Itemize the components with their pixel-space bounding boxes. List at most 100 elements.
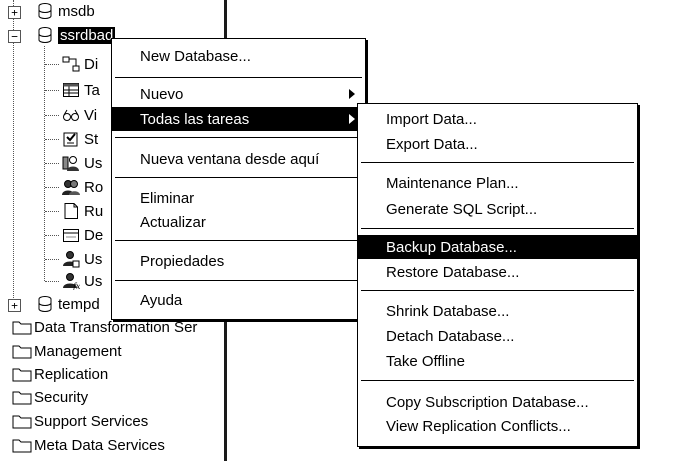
menu-item-label: Eliminar bbox=[140, 189, 195, 207]
tree-item-label: Support Services bbox=[34, 412, 149, 430]
menu-item-label: Nueva ventana desde aquí bbox=[140, 150, 320, 168]
menu-item-label: Take Offline bbox=[386, 352, 465, 370]
folder-icon bbox=[12, 436, 32, 454]
folder-icon bbox=[12, 342, 32, 360]
tree-guide-line bbox=[45, 64, 59, 65]
tree-guide-line bbox=[45, 163, 59, 164]
tree-item-roles[interactable]: Ro bbox=[62, 176, 103, 198]
tree-item-user-types[interactable]: Us bbox=[62, 248, 102, 270]
tree-item-msdb[interactable]: msdb bbox=[36, 0, 95, 22]
menu-separator bbox=[115, 240, 362, 241]
menu-item-eliminar[interactable]: Eliminar bbox=[112, 186, 365, 210]
rules-icon bbox=[62, 202, 80, 220]
defaults-icon bbox=[62, 226, 80, 244]
menu-item-view-replication-conflicts[interactable]: View Replication Conflicts... bbox=[358, 414, 637, 438]
menu-item-label: Shrink Database... bbox=[386, 302, 510, 320]
menu-item-ayuda[interactable]: Ayuda bbox=[112, 288, 365, 312]
tree-item-user-functions[interactable]: fx Us bbox=[62, 270, 102, 292]
tree-item-tables[interactable]: Ta bbox=[62, 79, 100, 101]
menu-item-label: Backup Database... bbox=[386, 238, 517, 256]
tree-item-label: De bbox=[84, 226, 104, 244]
tree-item-label: Us bbox=[84, 272, 103, 290]
menu-item-nuevo[interactable]: Nuevo bbox=[112, 82, 365, 106]
menu-item-propiedades[interactable]: Propiedades bbox=[112, 249, 365, 273]
menu-item-detach-database[interactable]: Detach Database... bbox=[358, 324, 637, 348]
tree-guide-line bbox=[45, 235, 59, 236]
tree-item-defaults[interactable]: De bbox=[62, 224, 103, 246]
tree-item-label: Data Transformation Ser bbox=[34, 318, 198, 336]
menu-separator bbox=[115, 280, 362, 281]
table-icon bbox=[62, 81, 80, 99]
menu-separator bbox=[361, 162, 634, 163]
menu-item-shrink-database[interactable]: Shrink Database... bbox=[358, 299, 637, 323]
tree-guide-line bbox=[45, 259, 59, 260]
expand-toggle-msdb[interactable]: + bbox=[8, 6, 21, 19]
tree-item-label: Di bbox=[84, 55, 99, 73]
submenu-all-tasks: Import Data... Export Data... Maintenanc… bbox=[357, 103, 638, 447]
menu-item-label: Ayuda bbox=[140, 291, 183, 309]
tree-item-users[interactable]: Us bbox=[62, 152, 102, 174]
tree-guide-line bbox=[45, 211, 59, 212]
menu-item-maintenance-plan[interactable]: Maintenance Plan... bbox=[358, 171, 637, 195]
menu-separator bbox=[115, 177, 362, 178]
tree-guide-line bbox=[45, 281, 59, 282]
menu-item-label: New Database... bbox=[140, 47, 251, 65]
menu-item-import-data[interactable]: Import Data... bbox=[358, 107, 637, 131]
tree-item-management[interactable]: Management bbox=[12, 340, 122, 362]
menu-item-label: View Replication Conflicts... bbox=[386, 417, 571, 435]
tree-item-diagrams[interactable]: Di bbox=[62, 53, 98, 75]
folder-icon bbox=[12, 388, 32, 406]
submenu-arrow-icon bbox=[349, 114, 355, 124]
database-icon bbox=[36, 26, 54, 44]
stored-procedure-icon bbox=[62, 130, 80, 148]
expand-toggle-tempdb[interactable]: + bbox=[8, 299, 21, 312]
tree-item-stored-procedures[interactable]: St bbox=[62, 128, 98, 150]
tree-item-meta-data-services[interactable]: Meta Data Services bbox=[12, 434, 165, 456]
tree-item-label: Vi bbox=[84, 106, 98, 124]
tree-guide-line bbox=[45, 115, 59, 116]
collapse-toggle-ssrdbad[interactable]: − bbox=[8, 30, 21, 43]
tree-guide-line bbox=[13, 0, 14, 300]
menu-item-label: Maintenance Plan... bbox=[386, 174, 519, 192]
menu-item-nueva-ventana[interactable]: Nueva ventana desde aquí bbox=[112, 147, 365, 171]
menu-item-copy-subscription-database[interactable]: Copy Subscription Database... bbox=[358, 390, 637, 414]
menu-item-label: Copy Subscription Database... bbox=[386, 393, 589, 411]
menu-item-backup-database[interactable]: Backup Database... bbox=[358, 235, 637, 259]
tree-item-support-services[interactable]: Support Services bbox=[12, 410, 148, 432]
menu-item-export-data[interactable]: Export Data... bbox=[358, 132, 637, 156]
tree-item-label: Meta Data Services bbox=[34, 436, 165, 454]
tree-item-label: msdb bbox=[58, 2, 95, 20]
tree-item-rules[interactable]: Ru bbox=[62, 200, 103, 222]
tree-item-label: Security bbox=[34, 388, 89, 406]
tree-item-views[interactable]: Vi bbox=[62, 104, 97, 126]
menu-item-label: Generate SQL Script... bbox=[386, 200, 538, 218]
menu-item-take-offline[interactable]: Take Offline bbox=[358, 349, 637, 373]
view-icon bbox=[62, 106, 80, 124]
menu-item-label: Detach Database... bbox=[386, 327, 515, 345]
tree-guide-line bbox=[45, 187, 59, 188]
menu-item-restore-database[interactable]: Restore Database... bbox=[358, 260, 637, 284]
menu-item-label: Actualizar bbox=[140, 213, 206, 231]
tree-item-ssrdbad[interactable]: ssrdbad bbox=[36, 24, 116, 46]
tree-item-label: Management bbox=[34, 342, 122, 360]
menu-item-actualizar[interactable]: Actualizar bbox=[112, 210, 365, 234]
folder-icon bbox=[12, 365, 32, 383]
tree-guide-line bbox=[45, 90, 59, 91]
tree-item-label: Ta bbox=[84, 81, 100, 99]
menu-item-new-database[interactable]: New Database... bbox=[112, 44, 365, 68]
tree-item-label: Replication bbox=[34, 365, 109, 383]
tree-item-replication[interactable]: Replication bbox=[12, 363, 108, 385]
database-icon bbox=[36, 295, 54, 313]
menu-item-generate-sql-script[interactable]: Generate SQL Script... bbox=[358, 197, 637, 221]
menu-item-label: Nuevo bbox=[140, 85, 184, 103]
menu-separator bbox=[361, 290, 634, 291]
tree-item-label: Ro bbox=[84, 178, 104, 196]
diagram-icon bbox=[62, 55, 80, 73]
tree-item-security[interactable]: Security bbox=[12, 386, 88, 408]
tree-guide-line bbox=[45, 139, 59, 140]
tree-item-tempdb[interactable]: tempd bbox=[36, 293, 100, 315]
folder-icon bbox=[12, 318, 32, 336]
database-icon bbox=[36, 2, 54, 20]
menu-item-todas-las-tareas[interactable]: Todas las tareas bbox=[112, 107, 365, 131]
tree-item-label: Us bbox=[84, 154, 103, 172]
